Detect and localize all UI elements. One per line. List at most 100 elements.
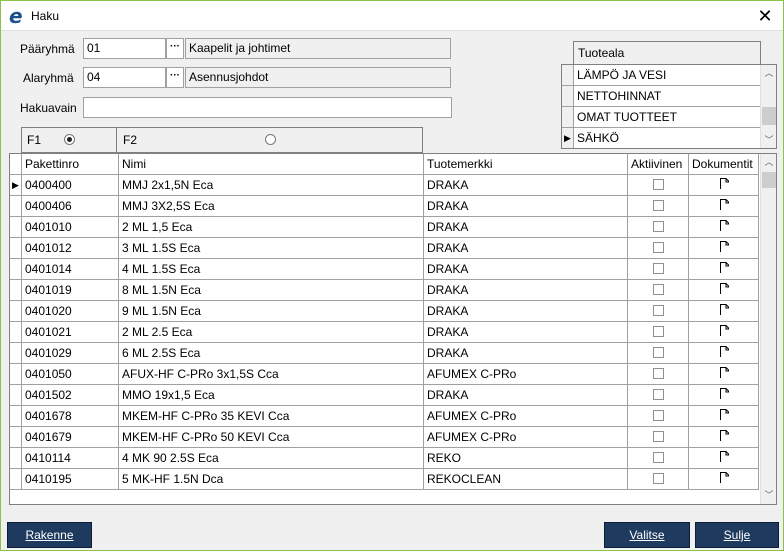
f2-radio[interactable] — [265, 134, 276, 145]
document-icon[interactable] — [720, 430, 729, 441]
column-header-tuotemerkki[interactable]: Tuotemerkki — [424, 154, 628, 175]
cell-pakettinro: 0401050 — [22, 364, 119, 385]
table-row[interactable]: 0401021 2 ML 2.5 Eca DRAKA — [10, 322, 760, 343]
tuoteala-header: Tuoteala — [573, 41, 761, 65]
tuoteala-item[interactable]: OMAT TUOTTEET — [562, 107, 760, 128]
aktiivinen-checkbox[interactable] — [653, 179, 664, 190]
column-header-nimi[interactable]: Nimi — [119, 154, 424, 175]
alaryhma-browse-button[interactable]: ··· — [166, 67, 184, 88]
paaryhma-code-field[interactable]: 01 — [83, 38, 166, 59]
cell-nimi: 9 ML 1.5N Eca — [119, 301, 424, 322]
aktiivinen-checkbox[interactable] — [653, 452, 664, 463]
hakuavain-input[interactable] — [83, 97, 452, 118]
document-icon[interactable] — [720, 199, 729, 210]
table-row[interactable]: 0401020 9 ML 1.5N Eca DRAKA — [10, 301, 760, 322]
table-row[interactable]: 0401012 3 ML 1.5S Eca DRAKA — [10, 238, 760, 259]
alaryhma-label: Alaryhmä — [23, 71, 74, 85]
document-icon[interactable] — [720, 388, 729, 399]
cell-tuotemerkki: DRAKA — [424, 175, 628, 196]
aktiivinen-checkbox[interactable] — [653, 221, 664, 232]
document-icon[interactable] — [720, 451, 729, 462]
aktiivinen-checkbox[interactable] — [653, 305, 664, 316]
cell-nimi: 5 MK-HF 1.5N Dca — [119, 469, 424, 490]
alaryhma-name-field: Asennusjohdot — [185, 67, 451, 88]
aktiivinen-checkbox[interactable] — [653, 410, 664, 421]
cell-pakettinro: 0401019 — [22, 280, 119, 301]
scroll-thumb[interactable] — [762, 172, 776, 188]
chevron-down-icon[interactable]: ﹀ — [761, 487, 776, 503]
aktiivinen-checkbox[interactable] — [653, 326, 664, 337]
document-icon[interactable] — [720, 304, 729, 315]
row-indicator — [562, 86, 574, 107]
table-row[interactable]: 0410195 5 MK-HF 1.5N Dca REKOCLEAN — [10, 469, 760, 490]
row-indicator — [10, 343, 22, 364]
scroll-thumb[interactable] — [762, 107, 776, 125]
chevron-down-icon[interactable]: ﹀ — [761, 132, 776, 148]
close-icon[interactable]: ✕ — [753, 5, 777, 27]
tuoteala-item[interactable]: ▶ SÄHKÖ — [562, 128, 760, 148]
table-row[interactable]: 0401502 MMO 19x1,5 Eca DRAKA — [10, 385, 760, 406]
table-row[interactable]: 0401014 4 ML 1.5S Eca DRAKA — [10, 259, 760, 280]
cell-dokumentit — [689, 301, 759, 322]
document-icon[interactable] — [720, 409, 729, 420]
column-header-aktiivinen[interactable]: Aktiivinen — [628, 154, 689, 175]
document-icon[interactable] — [720, 346, 729, 357]
cell-pakettinro: 0401502 — [22, 385, 119, 406]
aktiivinen-checkbox[interactable] — [653, 200, 664, 211]
aktiivinen-checkbox[interactable] — [653, 284, 664, 295]
f1-radio[interactable] — [64, 134, 75, 145]
document-icon[interactable] — [720, 220, 729, 231]
table-row[interactable]: 0401050 AFUX-HF C-PRo 3x1,5S Cca AFUMEX C-… — [10, 364, 760, 385]
tuoteala-item[interactable]: NETTOHINNAT — [562, 86, 760, 107]
row-indicator — [10, 322, 22, 343]
cell-nimi: 4 ML 1.5S Eca — [119, 259, 424, 280]
sulje-button[interactable]: Sulje — [695, 522, 779, 548]
cell-aktiivinen — [628, 343, 689, 364]
aktiivinen-checkbox[interactable] — [653, 263, 664, 274]
table-row[interactable]: 0400406 MMJ 3X2,5S Eca DRAKA — [10, 196, 760, 217]
row-indicator — [10, 259, 22, 280]
aktiivinen-checkbox[interactable] — [653, 347, 664, 358]
cell-pakettinro: 0401021 — [22, 322, 119, 343]
aktiivinen-checkbox[interactable] — [653, 368, 664, 379]
chevron-up-icon[interactable]: ︿ — [761, 65, 776, 81]
cell-aktiivinen — [628, 427, 689, 448]
aktiivinen-checkbox[interactable] — [653, 389, 664, 400]
document-icon[interactable] — [720, 325, 729, 336]
cell-dokumentit — [689, 427, 759, 448]
tuoteala-scrollbar[interactable]: ︿ ﹀ — [760, 65, 776, 148]
aktiivinen-checkbox[interactable] — [653, 473, 664, 484]
table-row[interactable]: 0401029 6 ML 2.5S Eca DRAKA — [10, 343, 760, 364]
valitse-button[interactable]: Valitse — [604, 522, 690, 548]
column-header-pakettinro[interactable]: Pakettinro — [22, 154, 119, 175]
table-row[interactable]: 0401678 MKEM-HF C-PRo 35 KEVI Cca AFUMEX C… — [10, 406, 760, 427]
cell-aktiivinen — [628, 301, 689, 322]
rakenne-button[interactable]: Rakenne — [7, 522, 92, 548]
aktiivinen-checkbox[interactable] — [653, 431, 664, 442]
document-icon[interactable] — [720, 472, 729, 483]
document-icon[interactable] — [720, 283, 729, 294]
cell-aktiivinen — [628, 238, 689, 259]
cell-dokumentit — [689, 385, 759, 406]
tuoteala-item[interactable]: LÄMPÖ JA VESI — [562, 65, 760, 86]
document-icon[interactable] — [720, 241, 729, 252]
document-icon[interactable] — [720, 367, 729, 378]
document-icon[interactable] — [720, 262, 729, 273]
row-indicator — [10, 196, 22, 217]
table-row[interactable]: 0401010 2 ML 1,5 Eca DRAKA — [10, 217, 760, 238]
paaryhma-browse-button[interactable]: ··· — [166, 38, 184, 59]
table-row[interactable]: 0401019 8 ML 1.5N Eca DRAKA — [10, 280, 760, 301]
alaryhma-code-field[interactable]: 04 — [83, 67, 166, 88]
cell-tuotemerkki: DRAKA — [424, 385, 628, 406]
grid-scrollbar[interactable]: ︿ ﹀ — [760, 154, 776, 504]
aktiivinen-checkbox[interactable] — [653, 242, 664, 253]
row-indicator — [10, 385, 22, 406]
column-header-dokumentit[interactable]: Dokumentit — [689, 154, 759, 175]
table-row[interactable]: 0410114 4 MK 90 2.5S Eca REKO — [10, 448, 760, 469]
table-row[interactable]: 0401679 MKEM-HF C-PRo 50 KEVI Cca AFUMEX C… — [10, 427, 760, 448]
chevron-up-icon[interactable]: ︿ — [761, 154, 776, 170]
haku-dialog: e Haku ✕ Pääryhmä 01 ··· Kaapelit ja joh… — [0, 0, 784, 551]
header-indicator — [10, 154, 22, 175]
table-row[interactable]: ▶ 0400400 MMJ 2x1,5N Eca DRAKA — [10, 175, 760, 196]
document-icon[interactable] — [720, 178, 729, 189]
